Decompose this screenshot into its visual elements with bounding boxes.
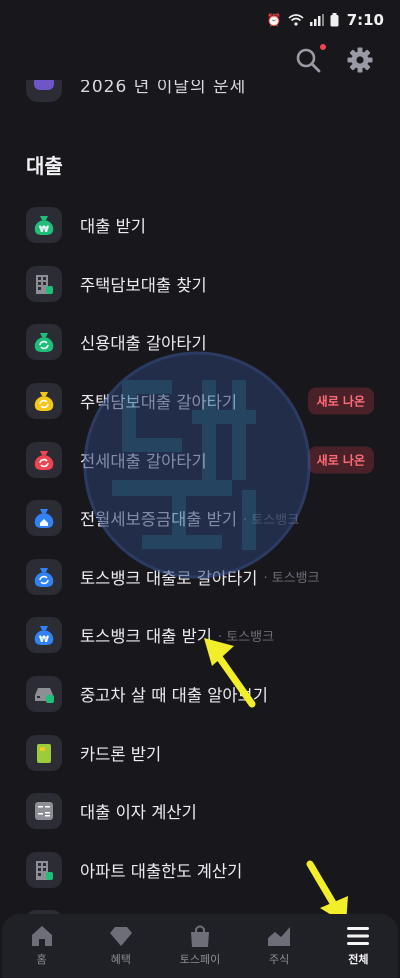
card-icon	[26, 734, 62, 771]
house-bag-icon	[26, 500, 62, 537]
loan-item-provider: · 토스뱅크	[263, 571, 320, 587]
section-title-loan: 대출	[26, 154, 63, 178]
loan-list-item[interactable]: 주택담보대출 갈아타기 새로 나온	[0, 372, 400, 431]
loan-list-item[interactable]: 신용대출 갈아타기	[0, 313, 400, 372]
tab-benefits[interactable]: 혜택	[86, 924, 156, 967]
loan-item-provider: · 토스뱅크	[243, 512, 300, 528]
alarm-icon: ⏰	[266, 13, 282, 27]
gem-icon	[109, 927, 132, 946]
header-actions	[294, 44, 374, 74]
building-icon	[26, 851, 62, 888]
stock-chart-icon	[268, 927, 291, 946]
won-bag-icon: ₩	[26, 207, 62, 244]
loan-item-label: 중고차 살 때 대출 알아보기	[80, 686, 268, 706]
calculator-icon	[26, 793, 62, 830]
loan-item-label: 전월세보증금대출 받기	[80, 510, 238, 530]
building-icon	[26, 265, 62, 302]
loan-list-item[interactable]: 아파트 대출한도 계산기	[0, 841, 400, 900]
tab-stocks[interactable]: 주식	[244, 924, 314, 967]
refresh-bag-icon	[26, 558, 62, 595]
tab-label: 주식	[269, 953, 290, 966]
refresh-bag-icon	[26, 383, 62, 420]
refresh-bag-icon	[26, 324, 62, 361]
search-button[interactable]	[294, 44, 326, 74]
refresh-bag-icon	[26, 441, 62, 478]
bottom-tab-bar: 홈 혜택 토스페이 주식 전체	[2, 914, 398, 978]
car-icon	[26, 676, 62, 713]
svg-text:₩: ₩	[39, 225, 49, 235]
loan-list-item[interactable]: 주택담보대출 찾기	[0, 255, 400, 314]
loan-item-label: 아파트 대출한도 계산기	[80, 861, 243, 881]
loan-item-provider: · 토스뱅크	[217, 629, 275, 645]
loan-item-label: 주택담보대출 찾기	[80, 275, 207, 295]
new-badge: 새로 나온	[307, 387, 374, 415]
loan-menu-list: ₩ 대출 받기 주택담보대출 찾기 신용대출 갈아타기 주택담보대출 갈아타기 새로 나온…	[0, 196, 400, 958]
loan-list-item[interactable]: 전월세보증금대출 받기 · 토스뱅크	[0, 489, 400, 548]
loan-item-label: 신용대출 갈아타기	[80, 334, 207, 354]
won-bag-icon: ₩	[26, 617, 62, 654]
loan-list-item[interactable]: ₩ 대출 받기	[0, 196, 400, 255]
status-bar: ⏰ 7:10	[0, 0, 400, 40]
loan-item-label: 대출 받기	[80, 217, 146, 237]
loan-list-item[interactable]: 토스뱅크 대출로 갈아타기 · 토스뱅크	[0, 548, 400, 607]
signal-icon	[309, 14, 324, 26]
loan-item-label: 주택담보대출 갈아타기	[80, 393, 238, 413]
wifi-icon	[288, 14, 304, 26]
loan-list-item[interactable]: 대출 이자 계산기	[0, 782, 400, 841]
tab-label: 전체	[348, 953, 369, 966]
loan-list-item[interactable]: 카드론 받기	[0, 723, 400, 782]
loan-item-label: 토스뱅크 대출 받기	[80, 627, 212, 647]
settings-button[interactable]	[346, 46, 374, 74]
tab-label: 토스페이	[179, 953, 221, 966]
tab-tosspay[interactable]: 토스페이	[165, 924, 235, 967]
loan-list-item[interactable]: 전세대출 갈아타기 새로 나온	[0, 430, 400, 489]
status-time: 7:10	[346, 11, 384, 29]
tab-home[interactable]: 홈	[7, 924, 77, 967]
partial-item-label: 2026 년 이달의 운세	[80, 80, 247, 97]
home-icon	[31, 926, 52, 946]
notification-dot	[320, 44, 326, 50]
loan-list-item[interactable]: 중고차 살 때 대출 알아보기	[0, 665, 400, 724]
menu-icon	[347, 927, 370, 945]
tab-all[interactable]: 전체	[323, 924, 393, 967]
tab-label: 혜택	[110, 953, 131, 966]
loan-item-label: 전세대출 갈아타기	[80, 451, 207, 471]
search-icon	[296, 48, 321, 73]
new-badge: 새로 나온	[307, 446, 374, 474]
loan-list-item[interactable]: ₩ 토스뱅크 대출 받기 · 토스뱅크	[0, 606, 400, 665]
tab-label: 홈	[36, 953, 47, 966]
loan-item-label: 토스뱅크 대출로 갈아타기	[80, 568, 258, 588]
partial-list-item[interactable]: 2026 년 이달의 운세	[26, 80, 386, 110]
loan-item-label: 카드론 받기	[80, 744, 162, 764]
loan-item-label: 대출 이자 계산기	[80, 803, 197, 823]
gear-icon	[347, 47, 373, 73]
battery-icon	[330, 13, 339, 27]
shopping-bag-icon	[190, 925, 209, 947]
svg-text:₩: ₩	[39, 635, 49, 645]
fortune-icon	[26, 80, 62, 102]
